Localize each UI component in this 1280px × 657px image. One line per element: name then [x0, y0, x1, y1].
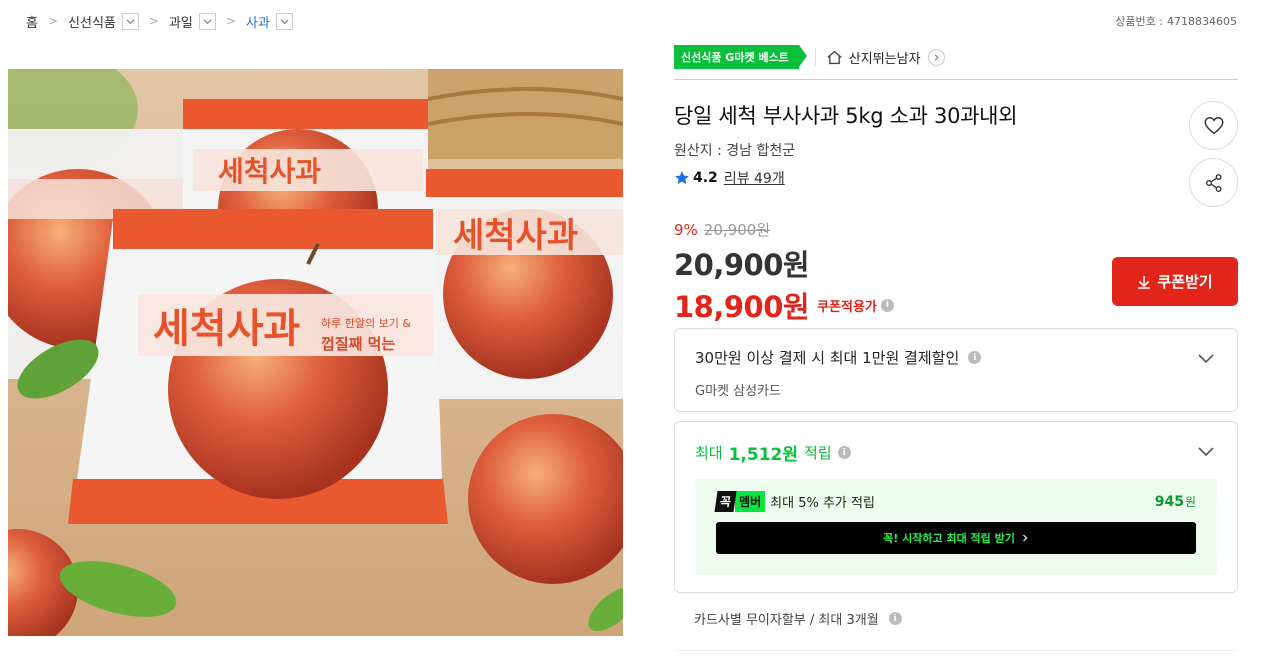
rating-score: 4.2	[693, 170, 718, 186]
member-amount: 945원	[1155, 493, 1196, 510]
chevron-down-icon[interactable]	[1197, 349, 1215, 367]
installment-info: 카드사별 무이자할부 / 최대 3개월 i	[694, 609, 902, 628]
discount-rate: 9%	[674, 220, 698, 239]
product-image[interactable]: 세척사과 세척사과 세척사과 하루 한알의 보기 & 껍질째 먹는	[8, 69, 623, 636]
member-logo-word: 멤버	[735, 491, 766, 512]
breadcrumb-apple[interactable]: > 사과	[216, 12, 293, 31]
product-number-label: 상품번호 :	[1115, 15, 1163, 28]
breadcrumb-fresh-food[interactable]: > 신선식품	[38, 12, 139, 31]
star-icon	[675, 171, 689, 185]
member-logo-mark: 꼭	[714, 491, 737, 512]
breadcrumb-fruit[interactable]: > 과일	[139, 12, 216, 31]
share-icon	[1205, 173, 1222, 192]
chevron-right-icon[interactable]	[927, 48, 945, 66]
points-panel[interactable]: 최대 1,512원 적립 i 꼭 멤버 최대 5% 추가 적립 945원 꼭! 시…	[674, 421, 1238, 593]
points-amount: 1,512원	[728, 445, 799, 465]
download-icon	[1138, 275, 1151, 289]
info-icon[interactable]: i	[888, 612, 902, 625]
wishlist-button[interactable]	[1189, 101, 1238, 150]
card-discount-sub: G마켓 삼성카드	[695, 384, 781, 399]
svg-text:하루 한알의 보기 &: 하루 한알의 보기 &	[321, 316, 411, 330]
chevron-right-icon: >	[225, 14, 236, 28]
info-icon[interactable]: i	[968, 351, 982, 364]
header-divider	[674, 79, 1238, 80]
product-number: 상품번호 : 4718834605	[1115, 13, 1237, 29]
store-link[interactable]: 산지뛰는남자	[826, 48, 945, 67]
member-cta-button[interactable]: 꼭! 시작하고 최대 적립 받기	[716, 522, 1196, 554]
share-button[interactable]	[1189, 158, 1238, 207]
rating[interactable]: 4.2 리뷰 49개	[674, 168, 1238, 188]
breadcrumb-label[interactable]: 사과	[246, 12, 270, 31]
original-price: 20,900원	[703, 221, 771, 239]
breadcrumb-label[interactable]: 홈	[26, 12, 38, 31]
best-badge[interactable]: 신선식품 G마켓 베스트	[674, 45, 807, 69]
get-coupon-button[interactable]: 쿠폰받기	[1112, 257, 1238, 306]
package-brand: 세척사과	[153, 306, 300, 352]
section-divider	[674, 650, 1238, 651]
product-info: 신선식품 G마켓 베스트 산지뛰는남자 당일 세척 부사사과 5kg 소과 30…	[674, 44, 1238, 651]
svg-text:세척사과: 세척사과	[453, 216, 578, 256]
get-coupon-label: 쿠폰받기	[1157, 273, 1213, 291]
badge-row: 신선식품 G마켓 베스트 산지뛰는남자	[674, 44, 1238, 70]
member-amount-unit: 원	[1184, 495, 1196, 509]
card-discount-text: 30만원 이상 결제 시 최대 1만원 결제할인	[695, 349, 960, 367]
package-tagline: 껍질째 먹는	[321, 335, 395, 353]
chevron-down-icon[interactable]	[198, 12, 216, 30]
chevron-down-icon[interactable]	[121, 12, 139, 30]
product-number-value: 4718834605	[1167, 15, 1237, 28]
review-count-link[interactable]: 리뷰 49개	[724, 168, 785, 188]
member-logo: 꼭 멤버	[714, 491, 766, 512]
installment-text: 카드사별 무이자할부 / 최대 3개월	[694, 613, 879, 628]
member-amount-value: 945	[1154, 494, 1184, 510]
coupon-price: 18,900원	[674, 290, 810, 324]
svg-text:세척사과: 세척사과	[218, 155, 321, 188]
chevron-right-icon: >	[148, 14, 159, 28]
heart-icon	[1204, 116, 1223, 134]
chevron-right-icon	[1022, 534, 1028, 542]
member-text: 최대 5% 추가 적립	[770, 496, 875, 511]
product-photo: 세척사과 세척사과 세척사과 하루 한알의 보기 & 껍질째 먹는	[8, 69, 623, 636]
member-cta-label: 꼭! 시작하고 최대 적립 받기	[883, 532, 1015, 545]
divider	[814, 48, 816, 66]
breadcrumb-label[interactable]: 신선식품	[68, 12, 116, 31]
card-discount-headline: 30만원 이상 결제 시 최대 1만원 결제할인 i	[695, 347, 1217, 368]
breadcrumb: 홈 > 신선식품 > 과일 > 사과	[26, 11, 293, 31]
price-block: 9% 20,900원 20,900원 18,900원 쿠폰적용가 i 쿠폰받기	[674, 219, 1238, 326]
coupon-price-label: 쿠폰적용가	[817, 299, 877, 315]
store-home-icon	[827, 50, 842, 64]
breadcrumb-home[interactable]: 홈	[26, 12, 38, 31]
chevron-right-icon: >	[47, 14, 59, 28]
discount-row: 9% 20,900원	[674, 219, 1238, 240]
member-row: 꼭 멤버 최대 5% 추가 적립 945원	[714, 491, 1196, 512]
chevron-down-icon[interactable]	[275, 12, 293, 30]
points-prefix: 최대	[695, 444, 723, 462]
breadcrumb-label[interactable]: 과일	[169, 12, 193, 31]
info-icon[interactable]: i	[837, 446, 851, 459]
card-discount-panel[interactable]: 30만원 이상 결제 시 최대 1만원 결제할인 i G마켓 삼성카드	[674, 328, 1238, 412]
member-box: 꼭 멤버 최대 5% 추가 적립 945원 꼭! 시작하고 최대 적립 받기	[695, 479, 1217, 575]
product-title: 당일 세척 부사사과 5kg 소과 30과내외	[674, 104, 1018, 128]
store-name[interactable]: 산지뛰는남자	[849, 48, 921, 67]
points-headline: 최대 1,512원 적립 i	[695, 440, 1217, 465]
product-origin: 원산지 : 경남 합천군	[674, 143, 796, 159]
info-icon[interactable]: i	[880, 298, 894, 312]
chevron-down-icon[interactable]	[1197, 442, 1215, 460]
points-suffix: 적립	[804, 444, 832, 462]
